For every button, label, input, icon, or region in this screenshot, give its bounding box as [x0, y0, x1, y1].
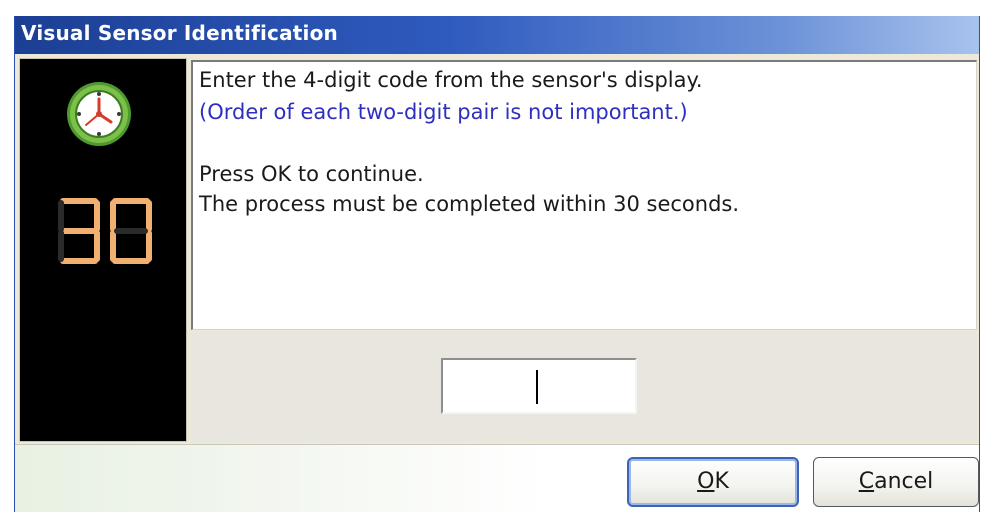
order-note-text: (Order of each two-digit pair is not imp…: [199, 100, 688, 124]
continue-text: Press OK to continue.: [199, 162, 424, 186]
cancel-label: ancel: [874, 469, 934, 494]
countdown-display: [58, 198, 152, 264]
ok-label: K: [714, 469, 729, 494]
title-bar[interactable]: Visual Sensor Identification: [15, 16, 979, 54]
ok-mnemonic: O: [697, 469, 715, 494]
code-entry-area: [191, 332, 977, 442]
clock-icon: [67, 82, 131, 146]
timer-sidebar: [19, 58, 187, 442]
cancel-button[interactable]: Cancel: [813, 457, 979, 507]
text-cursor: [536, 370, 538, 404]
message-panel: Enter the 4-digit code from the sensor's…: [191, 60, 977, 330]
dialog-window: Visual Sensor Identification Enter the 4…: [14, 16, 980, 512]
digit-3: [58, 198, 100, 264]
instruction-text: Enter the 4-digit code from the sensor's…: [199, 68, 703, 92]
button-bar: OK Cancel: [15, 444, 979, 512]
window-title: Visual Sensor Identification: [21, 21, 338, 45]
cancel-mnemonic: C: [858, 469, 875, 494]
time-limit-text: The process must be completed within 30 …: [199, 192, 740, 216]
digit-0: [110, 198, 152, 264]
ok-button[interactable]: OK: [627, 457, 799, 507]
code-input[interactable]: [441, 358, 637, 414]
